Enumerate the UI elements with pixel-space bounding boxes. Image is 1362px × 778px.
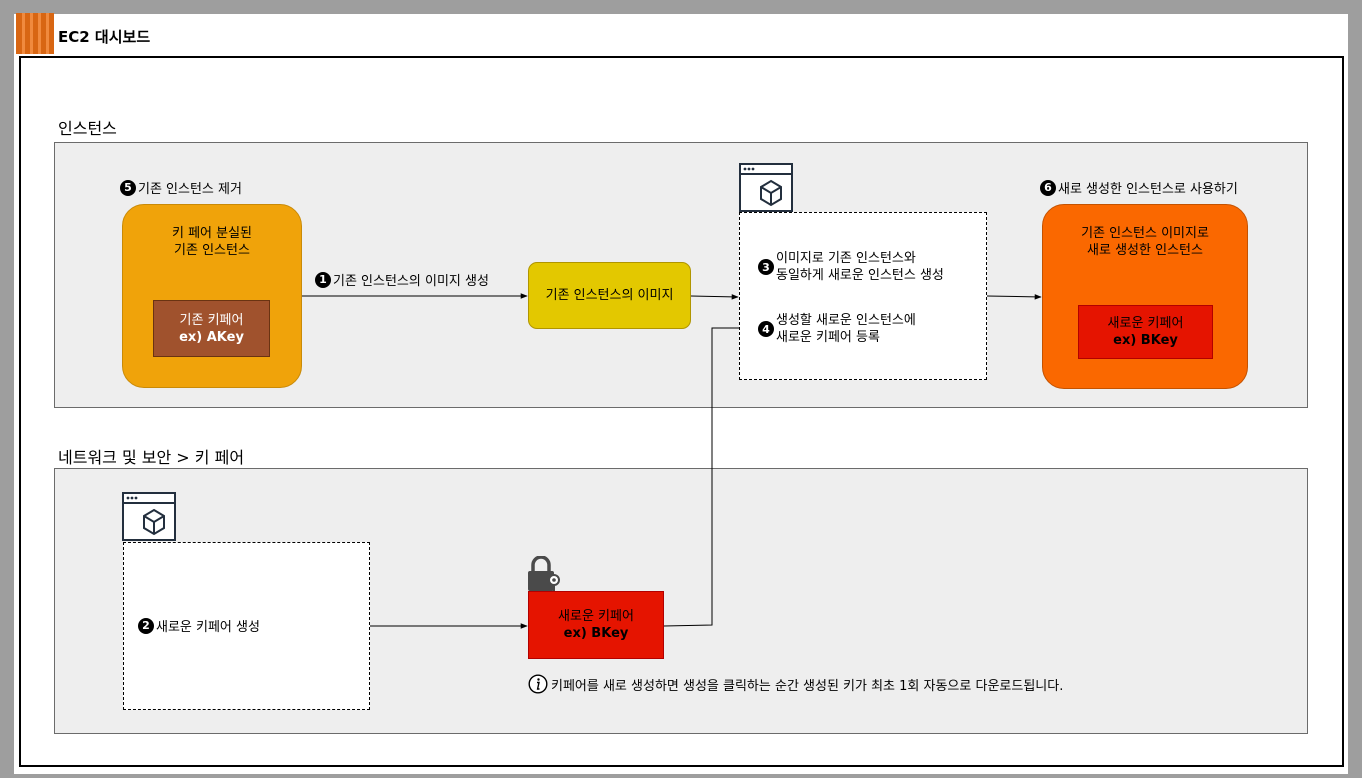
new-instance-keypair-box: 새로운 키페어 ex) BKey	[1078, 305, 1213, 359]
lock-key-icon	[528, 556, 560, 591]
new-instance-keypair-line2: ex) BKey	[1113, 333, 1178, 348]
step-3-line1: 이미지로 기존 인스턴스와	[776, 251, 916, 266]
keypair-window-icon	[122, 492, 176, 541]
arrow-create-to-new	[986, 294, 1042, 300]
new-keypair-line2: ex) BKey	[563, 626, 629, 641]
instance-image-box: 기존 인스턴스의 이미지	[528, 262, 691, 329]
step-4-badge: 4	[758, 321, 774, 337]
step-1-text: 기존 인스턴스의 이미지 생성	[333, 274, 489, 289]
step-3-label: 3 이미지로 기존 인스턴스와 동일하게 새로운 인스턴스 생성	[758, 250, 944, 284]
step-3-badge: 3	[758, 259, 774, 275]
new-instance-box: 기존 인스턴스 이미지로 새로 생성한 인스턴스	[1042, 204, 1248, 389]
step-4-line1: 생성할 새로운 인스턴스에	[776, 313, 916, 328]
instance-window-icon	[739, 163, 793, 212]
info-note: 키페어를 새로 생성하면 생성을 클릭하는 순간 생성된 키가 최초 1회 자동…	[528, 674, 1063, 694]
old-instance-line2: 기존 인스턴스	[174, 243, 250, 258]
step-2-text: 새로운 키페어 생성	[156, 620, 260, 635]
step-4-line2: 새로운 키페어 등록	[776, 330, 880, 345]
old-keypair-line1: 기존 키페어	[179, 312, 244, 328]
old-keypair-line2: ex) AKey	[179, 329, 244, 345]
step-1-badge: 1	[315, 271, 331, 288]
instance-image-label: 기존 인스턴스의 이미지	[545, 288, 674, 303]
step-5-badge: 5	[120, 179, 136, 196]
info-icon	[528, 674, 548, 694]
new-instance-keypair-line1: 새로운 키페어	[1107, 316, 1184, 331]
new-instance-line1: 기존 인스턴스 이미지로	[1081, 226, 1209, 241]
step-3-line2: 동일하게 새로운 인스턴스 생성	[776, 268, 944, 283]
old-keypair-box: 기존 키페어 ex) AKey	[153, 300, 270, 357]
step-5-label: 5 기존 인스턴스 제거	[120, 178, 242, 197]
step-6-text: 새로 생성한 인스턴스로 사용하기	[1058, 182, 1238, 197]
new-instance-line2: 새로 생성한 인스턴스	[1087, 243, 1203, 258]
new-keypair-box: 새로운 키페어 ex) BKey	[528, 591, 664, 659]
arrow-image-to-create	[690, 294, 739, 300]
step-2-badge: 2	[138, 617, 154, 634]
step-6-label: 6 새로 생성한 인스턴스로 사용하기	[1040, 178, 1238, 197]
new-keypair-line1: 새로운 키페어	[558, 609, 634, 624]
old-instance-line1: 키 페어 분실된	[171, 226, 253, 241]
step-2-label: 2 새로운 키페어 생성	[138, 616, 260, 635]
step-5-text: 기존 인스턴스 제거	[138, 182, 242, 197]
old-instance-box: 키 페어 분실된 기존 인스턴스	[122, 204, 302, 388]
step-6-badge: 6	[1040, 179, 1056, 196]
create-instance-box	[739, 212, 987, 380]
step-1-label: 1 기존 인스턴스의 이미지 생성	[315, 270, 489, 289]
step-4-label: 4 생성할 새로운 인스턴스에 새로운 키페어 등록	[758, 312, 916, 346]
info-note-text: 키페어를 새로 생성하면 생성을 클릭하는 순간 생성된 키가 최초 1회 자동…	[551, 678, 1064, 694]
